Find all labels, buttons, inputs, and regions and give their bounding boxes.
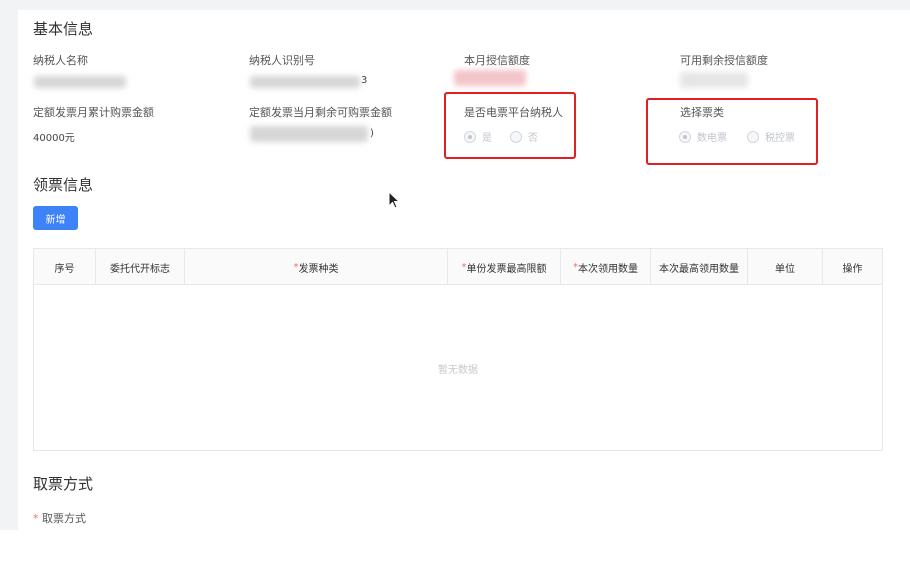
taxpayer-id-value-tail: 3	[361, 75, 368, 86]
ticket-info-title: 领票信息	[33, 176, 94, 194]
column-header-entrust-flag: 委托代开标志	[96, 249, 185, 285]
column-header-quantity: * 本次领用数量	[561, 249, 651, 285]
monthly-remaining-value-tail: )	[370, 128, 374, 139]
ticket-table: 序号 委托代开标志 * 发票种类 * 单份发票最高限额 * 本次领用数量 本次最高领用…	[33, 248, 883, 451]
remaining-credit-label: 可用剩余授信额度	[680, 54, 768, 67]
taxpayer-name-label: 纳税人名称	[33, 54, 88, 67]
highlight-box-platform-taxpayer	[444, 92, 576, 159]
monthly-credit-value-redacted	[454, 70, 526, 86]
column-header-invoice-type: * 发票种类	[185, 249, 448, 285]
monthly-remaining-label: 定额发票当月剩余可购票金额	[249, 106, 392, 119]
page-bottom-background	[0, 530, 910, 581]
taxpayer-id-value-redacted	[250, 76, 360, 88]
remaining-credit-value-redacted	[680, 72, 748, 88]
required-mark: *	[33, 512, 39, 525]
page-left-background	[0, 0, 18, 530]
monthly-purchase-label: 定额发票月累计购票金额	[33, 106, 154, 119]
mouse-cursor-icon	[388, 191, 401, 209]
column-header-actions: 操作	[842, 263, 863, 275]
add-button[interactable]: 新增	[33, 206, 78, 230]
column-header-index: 序号	[34, 249, 96, 285]
taxpayer-name-value-redacted	[34, 76, 126, 88]
monthly-purchase-value: 40000元	[33, 133, 75, 144]
pickup-title: 取票方式	[33, 475, 94, 493]
page-top-background	[0, 0, 910, 10]
taxpayer-id-label: 纳税人识别号	[249, 54, 315, 67]
basic-info-title: 基本信息	[33, 20, 94, 38]
table-empty-text: 暂无数据	[438, 365, 478, 376]
pickup-method-text: 取票方式	[42, 512, 86, 525]
column-header-max-amount: * 单份发票最高限额	[448, 249, 561, 285]
pickup-method-label: * 取票方式	[33, 510, 86, 526]
column-header-unit: 单位	[748, 249, 823, 285]
column-header-max-quantity: 本次最高领用数量	[651, 249, 748, 285]
table-header: 序号 委托代开标志 * 发票种类 * 单份发票最高限额 * 本次领用数量 本次最高领用…	[34, 249, 882, 285]
highlight-box-ticket-type	[646, 98, 818, 165]
monthly-remaining-value-redacted	[250, 126, 368, 142]
monthly-credit-label: 本月授信额度	[464, 54, 530, 67]
